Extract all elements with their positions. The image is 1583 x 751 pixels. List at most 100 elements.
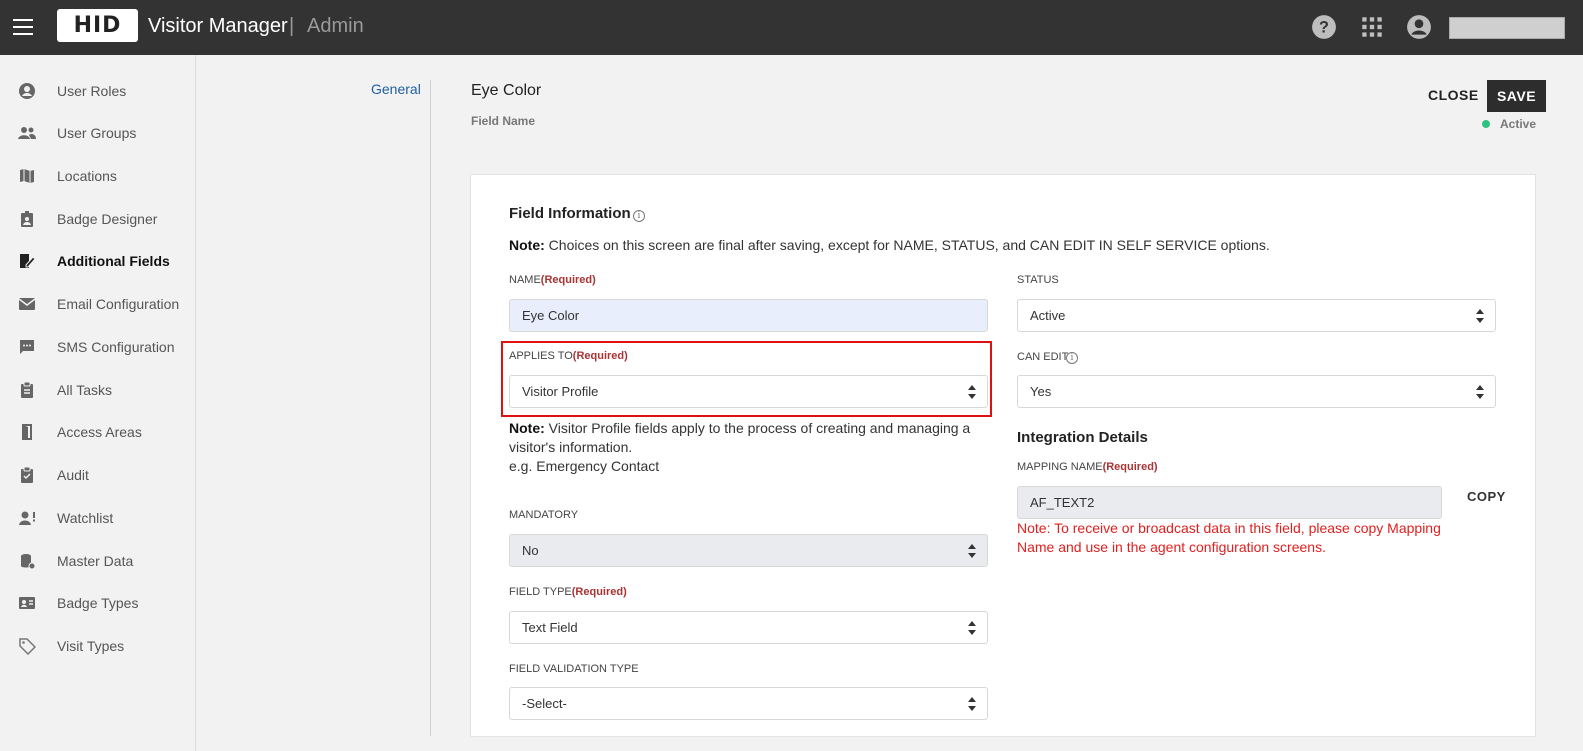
- app-title: Visitor Manager: [148, 15, 288, 37]
- sidebar-item-master-data[interactable]: Master Data: [0, 546, 196, 576]
- sidebar-item-label: SMS Configuration: [57, 339, 175, 355]
- chat-icon: [20, 340, 34, 354]
- label-text: MAPPING NAME: [1017, 461, 1103, 473]
- sidebar-item-visit-types[interactable]: Visit Types: [0, 631, 196, 661]
- sidebar-item-badge-types[interactable]: Badge Types: [0, 588, 196, 618]
- sidebar-item-label: Access Areas: [57, 424, 142, 440]
- tab-general[interactable]: General: [371, 81, 421, 97]
- can-edit-select[interactable]: Yes: [1017, 375, 1496, 408]
- name-value: Eye Color: [522, 308, 580, 323]
- mapping-note: Note: To receive or broadcast data in th…: [1017, 520, 1441, 555]
- person-alert-icon: [19, 511, 35, 525]
- mandatory-label: MANDATORY: [509, 509, 579, 521]
- label-text: FIELD TYPE: [509, 586, 572, 598]
- name-label: NAME(Required): [509, 274, 596, 286]
- mapping-name-label: MAPPING NAME(Required): [1017, 461, 1158, 473]
- sidebar-item-user-roles[interactable]: User Roles: [0, 76, 196, 106]
- sidebar-item-user-groups[interactable]: User Groups: [0, 118, 196, 148]
- user-name-box[interactable]: [1449, 17, 1565, 39]
- account-icon[interactable]: [1406, 14, 1432, 40]
- applies-to-note: Note: Visitor Profile fields apply to th…: [509, 419, 979, 476]
- door-icon: [22, 424, 32, 440]
- mapping-name-value: AF_TEXT2: [1030, 495, 1095, 510]
- menu-icon[interactable]: [13, 19, 33, 35]
- sidebar-item-label: Badge Designer: [57, 211, 158, 227]
- info-icon[interactable]: i: [1066, 352, 1078, 364]
- sidebar-item-label: All Tasks: [57, 382, 112, 398]
- close-button[interactable]: CLOSE: [1428, 87, 1479, 103]
- help-icon[interactable]: ?: [1311, 14, 1337, 40]
- sidebar-item-label: Email Configuration: [57, 296, 180, 312]
- badge-icon: [21, 211, 33, 227]
- info-icon[interactable]: i: [633, 210, 645, 222]
- select-value: No: [522, 543, 539, 558]
- sidebar-item-label: Locations: [57, 168, 117, 184]
- sidebar-item-label: Master Data: [57, 553, 134, 569]
- app-section-title: Admin: [307, 15, 364, 37]
- note-label: Note:: [509, 420, 545, 436]
- sidebar-item-badge-designer[interactable]: Badge Designer: [0, 204, 196, 234]
- sidebar-item-all-tasks[interactable]: All Tasks: [0, 375, 196, 405]
- mail-icon: [18, 298, 36, 310]
- select-value: Yes: [1030, 384, 1052, 399]
- sidebar-item-audit[interactable]: Audit: [0, 460, 196, 490]
- sidebar-item-access-areas[interactable]: Access Areas: [0, 417, 196, 447]
- sidebar: User Roles User Groups Locations Badge D…: [0, 55, 196, 751]
- sidebar-item-locations[interactable]: Locations: [0, 161, 196, 191]
- page-title: Eye Color: [471, 82, 542, 99]
- status-dot: [1482, 120, 1490, 128]
- sidebar-item-label: User Roles: [57, 83, 127, 99]
- name-input[interactable]: Eye Color: [509, 299, 988, 332]
- sidebar-item-sms-configuration[interactable]: SMS Configuration: [0, 332, 196, 362]
- form-note: Note: Choices on this screen are final a…: [509, 237, 1270, 253]
- section-title: Field Information: [509, 205, 631, 222]
- sidebar-item-additional-fields[interactable]: Additional Fields: [0, 246, 196, 276]
- field-type-label: FIELD TYPE(Required): [509, 586, 627, 598]
- required-marker: (Required): [571, 586, 627, 598]
- applies-to-label: APPLIES TO(Required): [509, 350, 628, 362]
- save-button[interactable]: SAVE: [1487, 80, 1546, 112]
- field-type-select[interactable]: Text Field: [509, 611, 988, 644]
- validation-type-select[interactable]: -Select-: [509, 687, 988, 720]
- required-marker: (Required): [1102, 461, 1158, 473]
- select-arrows-icon: [968, 544, 976, 558]
- tag-icon: [19, 638, 36, 655]
- integration-title: Integration Details: [1017, 429, 1148, 446]
- sidebar-item-label: Badge Types: [57, 595, 139, 611]
- status-label: STATUS: [1017, 274, 1059, 286]
- user-group-icon: [18, 127, 36, 139]
- note-example: e.g. Emergency Contact: [509, 458, 660, 474]
- title-separator: |: [289, 15, 295, 37]
- note-label: Note:: [509, 237, 545, 253]
- sidebar-item-label: Visit Types: [57, 638, 125, 654]
- divider: [430, 80, 431, 736]
- copy-button[interactable]: COPY: [1467, 489, 1506, 504]
- svg-text:?: ?: [1319, 18, 1329, 36]
- required-marker: (Required): [540, 274, 596, 286]
- apps-grid-icon[interactable]: [1359, 14, 1385, 40]
- select-arrows-icon: [1476, 385, 1484, 399]
- label-text: NAME: [509, 274, 541, 286]
- can-edit-label: CAN EDIT: [1017, 351, 1069, 363]
- applies-to-select[interactable]: Visitor Profile: [509, 375, 988, 408]
- select-value: Active: [1030, 308, 1066, 323]
- sidebar-item-label: Audit: [57, 467, 89, 483]
- required-marker: (Required): [572, 350, 628, 362]
- sidebar-item-label: User Groups: [57, 125, 137, 141]
- top-app-bar: HID Visitor Manager | Admin ?: [0, 0, 1583, 55]
- mandatory-select[interactable]: No: [509, 534, 988, 567]
- hid-logo: HID: [57, 9, 138, 42]
- mapping-name-input[interactable]: AF_TEXT2: [1017, 486, 1442, 519]
- page-subtitle: Field Name: [471, 114, 536, 128]
- status-select[interactable]: Active: [1017, 299, 1496, 332]
- sidebar-item-label: Additional Fields: [57, 253, 170, 269]
- sidebar-item-email-configuration[interactable]: Email Configuration: [0, 289, 196, 319]
- sidebar-item-watchlist[interactable]: Watchlist: [0, 503, 196, 533]
- database-icon: [21, 554, 36, 570]
- select-arrows-icon: [968, 385, 976, 399]
- select-arrows-icon: [1476, 309, 1484, 323]
- status-badge: Active: [1500, 117, 1537, 131]
- edit-document-icon: [20, 254, 36, 268]
- clipboard-check-icon: [21, 466, 33, 483]
- id-card-icon: [19, 597, 35, 609]
